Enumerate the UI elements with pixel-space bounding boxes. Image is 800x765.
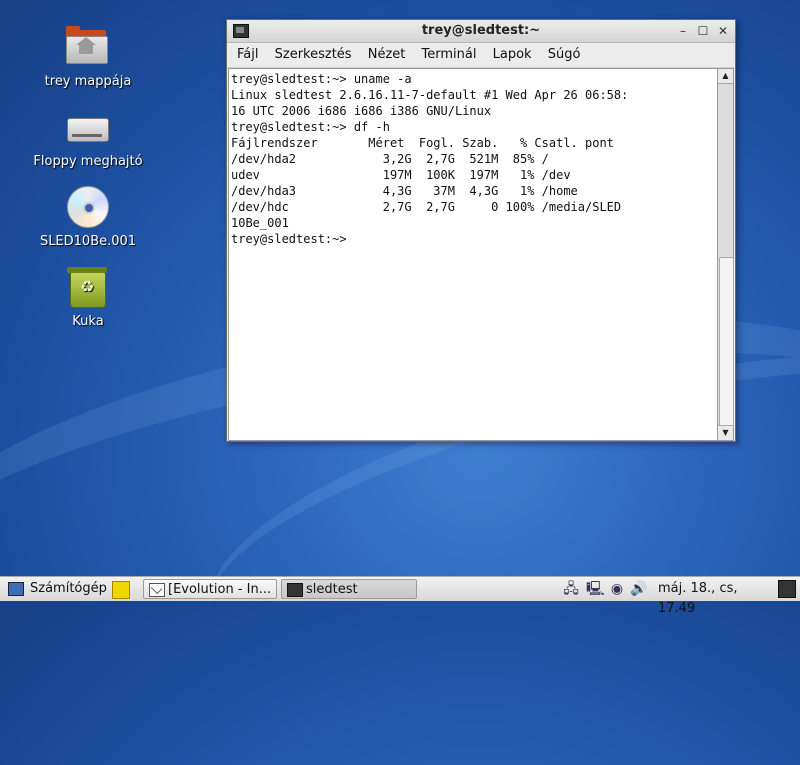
- menu-terminal[interactable]: Terminál: [416, 43, 483, 62]
- terminal-icon: [287, 583, 303, 597]
- trash-icon: ♻: [64, 264, 112, 312]
- network-manager-icon[interactable]: 🖳: [586, 580, 605, 598]
- computer-menu-label: Számítógép: [30, 581, 107, 596]
- notes-icon[interactable]: [112, 581, 130, 599]
- window-title: trey@sledtest:~: [421, 23, 541, 38]
- desktop-icon-label: SLED10Be.001: [39, 234, 137, 249]
- desktop-icon-label: Floppy meghajtó: [33, 154, 143, 169]
- cd-disc-icon: [64, 184, 112, 232]
- desktop-icon-trash[interactable]: ♻ Kuka: [28, 264, 148, 329]
- menu-view[interactable]: Nézet: [362, 43, 412, 62]
- scrollbar[interactable]: ▲ ▼: [717, 68, 734, 441]
- menu-tabs[interactable]: Lapok: [487, 43, 538, 62]
- task-label: [Evolution - In...: [168, 582, 272, 597]
- close-button[interactable]: ✕: [715, 23, 731, 39]
- network-icon[interactable]: 🖧: [562, 580, 580, 598]
- menu-help[interactable]: Súgó: [542, 43, 587, 62]
- minimize-button[interactable]: –: [675, 23, 691, 39]
- scrollbar-thumb[interactable]: [719, 257, 734, 429]
- volume-icon[interactable]: 🔊: [630, 580, 648, 598]
- terminal-window: trey@sledtest:~ – ☐ ✕ Fájl Szerkesztés N…: [226, 19, 736, 442]
- maximize-button[interactable]: ☐: [695, 23, 711, 39]
- desktop-icon-home[interactable]: trey mappája: [28, 24, 148, 89]
- update-icon[interactable]: ◉: [608, 580, 626, 598]
- task-evolution[interactable]: [Evolution - In...: [143, 579, 277, 599]
- home-folder-icon: [64, 24, 112, 72]
- menu-edit[interactable]: Szerkesztés: [269, 43, 358, 62]
- menu-file[interactable]: Fájl: [231, 43, 264, 62]
- terminal-output[interactable]: trey@sledtest:~> uname -a Linux sledtest…: [228, 68, 720, 441]
- scroll-up-icon[interactable]: ▲: [718, 69, 733, 84]
- desktop-icon-label: trey mappája: [44, 74, 132, 89]
- taskbar: Számítógép [Evolution - In... sledtest 🖧…: [0, 576, 800, 616]
- scroll-down-icon[interactable]: ▼: [718, 425, 733, 440]
- desktop-icon-floppy[interactable]: Floppy meghajtó: [28, 104, 148, 169]
- desktop-icon-label: Kuka: [72, 314, 104, 329]
- task-terminal[interactable]: sledtest: [281, 579, 417, 599]
- clock[interactable]: máj. 18., cs, 17.49: [658, 579, 776, 616]
- task-label: sledtest: [306, 582, 358, 597]
- show-desktop-icon[interactable]: [778, 580, 796, 598]
- mail-icon: [149, 583, 165, 597]
- desktop-icon-cd[interactable]: SLED10Be.001: [28, 184, 148, 249]
- terminal-text: trey@sledtest:~> uname -a Linux sledtest…: [231, 72, 629, 246]
- menu-bar: Fájl Szerkesztés Nézet Terminál Lapok Sú…: [227, 43, 735, 68]
- title-bar[interactable]: trey@sledtest:~ – ☐ ✕: [227, 20, 735, 43]
- floppy-drive-icon: [64, 104, 112, 152]
- computer-menu-button[interactable]: Számítógép: [6, 579, 114, 599]
- computer-icon: [8, 582, 24, 596]
